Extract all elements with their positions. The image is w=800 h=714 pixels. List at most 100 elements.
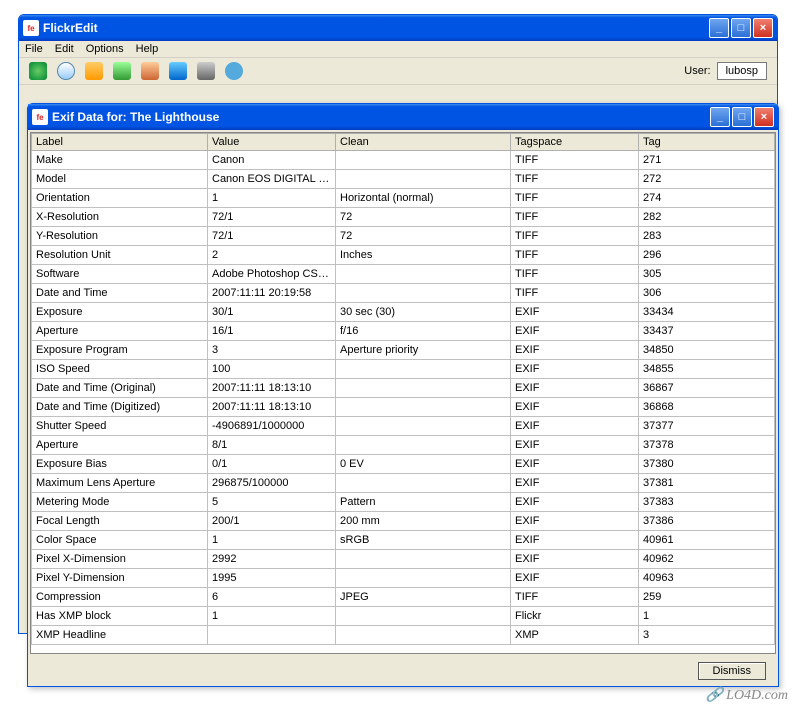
maximize-button[interactable]: □ bbox=[731, 18, 751, 38]
cell-tag: 282 bbox=[639, 208, 775, 227]
table-row[interactable]: SoftwareAdobe Photoshop CS3 ...TIFF305 bbox=[32, 265, 775, 284]
cell-clean: 0 EV bbox=[336, 455, 511, 474]
cell-label: Color Space bbox=[32, 531, 208, 550]
main-titlebar[interactable]: fe FlickrEdit _ □ × bbox=[19, 15, 777, 41]
cell-clean: 72 bbox=[336, 208, 511, 227]
table-row[interactable]: ModelCanon EOS DIGITAL R...TIFF272 bbox=[32, 170, 775, 189]
search-icon[interactable] bbox=[57, 62, 75, 80]
cell-label: Date and Time (Original) bbox=[32, 379, 208, 398]
edit-icon[interactable] bbox=[85, 62, 103, 80]
cell-tagspace: EXIF bbox=[511, 436, 639, 455]
maximize-button[interactable]: □ bbox=[732, 107, 752, 127]
table-row[interactable]: Focal Length200/1200 mmEXIF37386 bbox=[32, 512, 775, 531]
col-tagspace[interactable]: Tagspace bbox=[511, 134, 639, 151]
table-row[interactable]: Resolution Unit2InchesTIFF296 bbox=[32, 246, 775, 265]
cell-value: 1 bbox=[208, 531, 336, 550]
globe-icon[interactable] bbox=[29, 62, 47, 80]
table-row[interactable]: Maximum Lens Aperture296875/100000EXIF37… bbox=[32, 474, 775, 493]
cell-value: 1 bbox=[208, 607, 336, 626]
cell-clean: Aperture priority bbox=[336, 341, 511, 360]
col-tag[interactable]: Tag bbox=[639, 134, 775, 151]
cell-tagspace: TIFF bbox=[511, 588, 639, 607]
cell-tag: 33434 bbox=[639, 303, 775, 322]
minimize-button[interactable]: _ bbox=[710, 107, 730, 127]
cell-value: 72/1 bbox=[208, 227, 336, 246]
cell-clean: Inches bbox=[336, 246, 511, 265]
col-value[interactable]: Value bbox=[208, 134, 336, 151]
cell-value: 8/1 bbox=[208, 436, 336, 455]
col-label[interactable]: Label bbox=[32, 134, 208, 151]
cell-label: Aperture bbox=[32, 436, 208, 455]
cell-clean bbox=[336, 398, 511, 417]
cell-clean bbox=[336, 360, 511, 379]
table-row[interactable]: Compression6JPEGTIFF259 bbox=[32, 588, 775, 607]
table-row[interactable]: XMP HeadlineXMP3 bbox=[32, 626, 775, 645]
print-icon[interactable] bbox=[197, 62, 215, 80]
dismiss-button[interactable]: Dismiss bbox=[698, 662, 767, 680]
cell-tagspace: EXIF bbox=[511, 550, 639, 569]
cell-tag: 40962 bbox=[639, 550, 775, 569]
photo-icon[interactable] bbox=[169, 62, 187, 80]
table-row[interactable]: ISO Speed100EXIF34855 bbox=[32, 360, 775, 379]
cell-clean bbox=[336, 550, 511, 569]
images-icon[interactable] bbox=[141, 62, 159, 80]
close-button[interactable]: × bbox=[753, 18, 773, 38]
table-header-row: Label Value Clean Tagspace Tag bbox=[32, 134, 775, 151]
menu-options[interactable]: Options bbox=[86, 43, 124, 55]
table-row[interactable]: Exposure Bias0/10 EVEXIF37380 bbox=[32, 455, 775, 474]
cell-label: Software bbox=[32, 265, 208, 284]
cell-value: 72/1 bbox=[208, 208, 336, 227]
main-title: FlickrEdit bbox=[43, 21, 709, 35]
table-row[interactable]: Pixel X-Dimension2992EXIF40962 bbox=[32, 550, 775, 569]
table-row[interactable]: Aperture16/1f/16EXIF33437 bbox=[32, 322, 775, 341]
refresh-icon[interactable] bbox=[113, 62, 131, 80]
close-button[interactable]: × bbox=[754, 107, 774, 127]
cell-tag: 36868 bbox=[639, 398, 775, 417]
cell-label: Pixel Y-Dimension bbox=[32, 569, 208, 588]
table-row[interactable]: Exposure30/130 sec (30)EXIF33434 bbox=[32, 303, 775, 322]
cell-label: Resolution Unit bbox=[32, 246, 208, 265]
cell-value: Adobe Photoshop CS3 ... bbox=[208, 265, 336, 284]
minimize-button[interactable]: _ bbox=[709, 18, 729, 38]
menu-file[interactable]: File bbox=[25, 43, 43, 55]
table-row[interactable]: Metering Mode5PatternEXIF37383 bbox=[32, 493, 775, 512]
menu-edit[interactable]: Edit bbox=[55, 43, 74, 55]
table-row[interactable]: Date and Time (Original)2007:11:11 18:13… bbox=[32, 379, 775, 398]
help-icon[interactable] bbox=[225, 62, 243, 80]
table-row[interactable]: Color Space1sRGBEXIF40961 bbox=[32, 531, 775, 550]
table-row[interactable]: Exposure Program3Aperture priorityEXIF34… bbox=[32, 341, 775, 360]
cell-tagspace: EXIF bbox=[511, 341, 639, 360]
exif-table-wrap[interactable]: Label Value Clean Tagspace Tag MakeCanon… bbox=[30, 132, 776, 654]
cell-tag: 37378 bbox=[639, 436, 775, 455]
table-row[interactable]: Pixel Y-Dimension1995EXIF40963 bbox=[32, 569, 775, 588]
col-clean[interactable]: Clean bbox=[336, 134, 511, 151]
cell-clean: JPEG bbox=[336, 588, 511, 607]
table-row[interactable]: Aperture8/1 EXIF37378 bbox=[32, 436, 775, 455]
user-value[interactable]: lubosp bbox=[717, 62, 767, 80]
table-row[interactable]: Date and Time2007:11:11 20:19:58TIFF306 bbox=[32, 284, 775, 303]
menubar: File Edit Options Help bbox=[19, 41, 777, 58]
table-row[interactable]: Date and Time (Digitized)2007:11:11 18:1… bbox=[32, 398, 775, 417]
table-row[interactable]: Y-Resolution72/172TIFF283 bbox=[32, 227, 775, 246]
cell-tagspace: EXIF bbox=[511, 398, 639, 417]
table-row[interactable]: MakeCanonTIFF271 bbox=[32, 151, 775, 170]
table-row[interactable]: Orientation1Horizontal (normal)TIFF274 bbox=[32, 189, 775, 208]
menu-help[interactable]: Help bbox=[136, 43, 159, 55]
cell-tag: 37380 bbox=[639, 455, 775, 474]
cell-label: Exposure Bias bbox=[32, 455, 208, 474]
cell-tag: 283 bbox=[639, 227, 775, 246]
cell-value: 30/1 bbox=[208, 303, 336, 322]
cell-tagspace: TIFF bbox=[511, 151, 639, 170]
cell-tag: 271 bbox=[639, 151, 775, 170]
dialog-titlebar[interactable]: fe Exif Data for: The Lighthouse _ □ × bbox=[28, 104, 778, 130]
watermark: 🔗 LO4D.com bbox=[706, 687, 788, 704]
cell-label: Y-Resolution bbox=[32, 227, 208, 246]
cell-value: 5 bbox=[208, 493, 336, 512]
cell-label: Model bbox=[32, 170, 208, 189]
table-row[interactable]: Has XMP block1Flickr1 bbox=[32, 607, 775, 626]
cell-tagspace: EXIF bbox=[511, 493, 639, 512]
cell-clean bbox=[336, 607, 511, 626]
table-row[interactable]: Shutter Speed-4906891/1000000EXIF37377 bbox=[32, 417, 775, 436]
table-row[interactable]: X-Resolution72/172TIFF282 bbox=[32, 208, 775, 227]
cell-tagspace: TIFF bbox=[511, 208, 639, 227]
